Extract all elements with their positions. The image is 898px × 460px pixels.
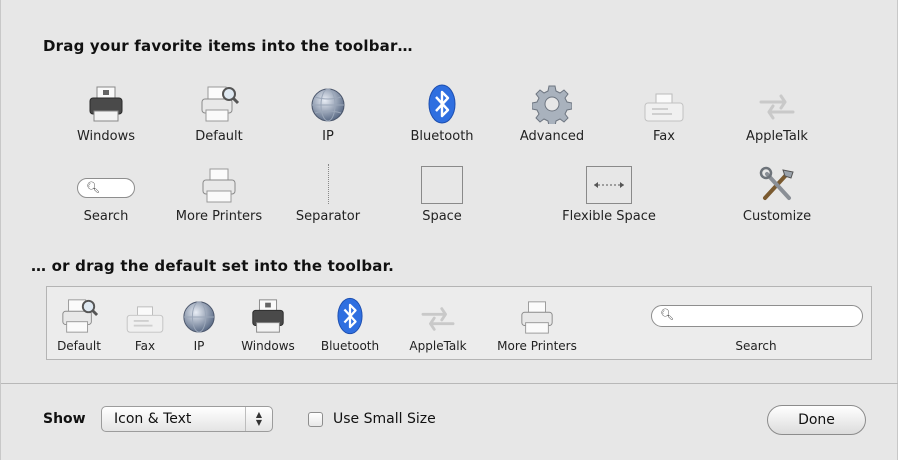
appletalk-arrows-icon <box>717 78 837 124</box>
show-popup-button[interactable]: Icon & Text ▲ ▼ <box>101 406 273 432</box>
default-item-appletalk: AppleTalk <box>397 293 479 353</box>
bluetooth-icon <box>382 78 502 124</box>
appletalk-arrows-icon <box>397 293 479 335</box>
default-item-label: AppleTalk <box>409 339 467 353</box>
default-item-label: Fax <box>134 339 156 353</box>
printer-icon <box>235 293 301 335</box>
default-item-label: Bluetooth <box>320 339 380 353</box>
default-search-field: 🔍︎ <box>651 305 863 327</box>
fax-icon <box>121 293 169 335</box>
customize-toolbar-sheet: Drag your favorite items into the toolba… <box>0 0 898 460</box>
palette-item-separator[interactable]: Separator <box>268 158 388 224</box>
palette-item-label: Separator <box>295 209 361 224</box>
default-item-label: More Printers <box>497 339 577 353</box>
use-small-size-checkbox[interactable] <box>308 412 323 427</box>
printer-icon <box>485 293 589 335</box>
default-item-ip: IP <box>179 293 219 353</box>
palette-item-fax[interactable]: Fax <box>604 78 724 144</box>
printer-icon <box>46 78 166 124</box>
fax-icon <box>604 78 724 124</box>
footer-divider <box>1 383 898 384</box>
printer-search-icon <box>159 78 279 124</box>
gear-icon <box>492 78 612 124</box>
magnifier-icon: 🔍︎ <box>660 308 674 321</box>
palette-item-space[interactable]: Space <box>382 158 502 224</box>
printer-search-icon <box>43 293 115 335</box>
tools-icon <box>717 158 837 204</box>
default-item-label: IP <box>193 339 205 353</box>
palette-item-label: Default <box>195 129 243 144</box>
palette-item-label: Advanced <box>519 129 585 144</box>
default-set-toolbar[interactable]: Default Fax IP Windows Bluetooth AppleTa… <box>46 286 872 360</box>
updown-arrows-icon: ▲ ▼ <box>245 407 272 431</box>
palette-item-ip[interactable]: IP <box>268 78 388 144</box>
palette-item-windows[interactable]: Windows <box>46 78 166 144</box>
palette-item-label: Search <box>83 209 129 224</box>
default-item-windows: Windows <box>235 293 301 353</box>
search-field-icon: 🔍︎ <box>46 158 166 204</box>
palette-item-label: Customize <box>742 209 812 224</box>
flexible-space-icon <box>549 158 669 204</box>
palette-item-label: Flexible Space <box>562 209 656 224</box>
palette-item-search[interactable]: 🔍︎ Search <box>46 158 166 224</box>
palette-item-appletalk[interactable]: AppleTalk <box>717 78 837 144</box>
use-small-size-label[interactable]: Use Small Size <box>333 411 436 427</box>
done-button[interactable]: Done <box>767 405 866 435</box>
printer-icon <box>159 158 279 204</box>
default-item-more-printers: More Printers <box>485 293 589 353</box>
palette-item-label: Bluetooth <box>410 129 474 144</box>
palette-item-label: Space <box>422 209 462 224</box>
globe-icon <box>268 78 388 124</box>
palette-heading: Drag your favorite items into the toolba… <box>43 37 413 55</box>
default-item-bluetooth: Bluetooth <box>313 293 387 353</box>
palette-item-label: Fax <box>653 129 675 144</box>
magnifier-icon: 🔍︎ <box>86 181 100 194</box>
palette-item-label: More Printers <box>175 209 263 224</box>
palette-item-default[interactable]: Default <box>159 78 279 144</box>
show-label: Show <box>43 411 86 427</box>
default-set-heading: … or drag the default set into the toolb… <box>31 257 394 275</box>
bluetooth-icon <box>313 293 387 335</box>
default-item-label: Search <box>735 339 777 353</box>
default-item-label: Default <box>57 339 101 353</box>
default-item-fax: Fax <box>121 293 169 353</box>
default-item-search: Search <box>711 339 801 353</box>
palette-item-flexible-space[interactable]: Flexible Space <box>549 158 669 224</box>
space-icon <box>382 158 502 204</box>
palette-item-bluetooth[interactable]: Bluetooth <box>382 78 502 144</box>
palette-item-label: AppleTalk <box>746 129 808 144</box>
palette-item-label: Windows <box>76 129 136 144</box>
show-popup-value: Icon & Text <box>114 411 192 427</box>
globe-icon <box>179 293 219 335</box>
separator-icon <box>268 158 388 204</box>
palette-item-more-printers[interactable]: More Printers <box>159 158 279 224</box>
palette-item-customize[interactable]: Customize <box>717 158 837 224</box>
default-item-default: Default <box>43 293 115 353</box>
palette-item-label: IP <box>322 129 334 144</box>
palette-item-advanced[interactable]: Advanced <box>492 78 612 144</box>
default-item-label: Windows <box>241 339 295 353</box>
